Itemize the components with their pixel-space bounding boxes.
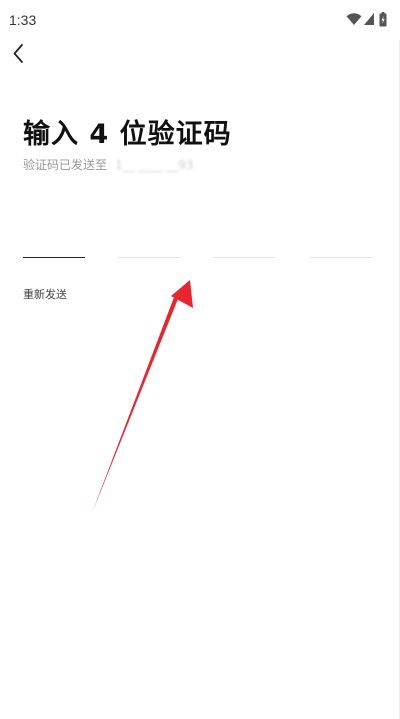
code-cell-1[interactable] (23, 230, 85, 258)
verification-code-input[interactable] (0, 230, 400, 260)
arrow-head (171, 280, 193, 308)
status-icons (346, 12, 390, 28)
status-time: 1:33 (9, 12, 37, 28)
battery-icon (379, 12, 387, 27)
masked-phone-number: 1__ ____ __93 (115, 158, 194, 172)
annotation-arrow (92, 280, 193, 513)
arrow-shaft (92, 292, 180, 513)
wifi-icon (346, 13, 362, 25)
resend-code-link[interactable]: 重新发送 (23, 286, 67, 302)
code-cell-2[interactable] (118, 230, 180, 258)
code-cell-underline (118, 257, 180, 258)
status-bar: 1:33 (0, 0, 400, 40)
chevron-left-icon (13, 44, 23, 63)
code-cell-underline (23, 256, 85, 258)
signal-icon (364, 13, 374, 25)
code-cell-underline (310, 257, 372, 258)
code-cell-underline (213, 257, 275, 258)
page-title: 输入 4 位验证码 (23, 119, 232, 150)
code-sent-subtitle: 验证码已发送至 1__ ____ __93 (23, 156, 194, 176)
code-cell-4[interactable] (310, 230, 372, 258)
code-sent-label: 验证码已发送至 (23, 158, 108, 172)
back-button[interactable] (4, 38, 36, 70)
code-cell-3[interactable] (213, 230, 275, 258)
